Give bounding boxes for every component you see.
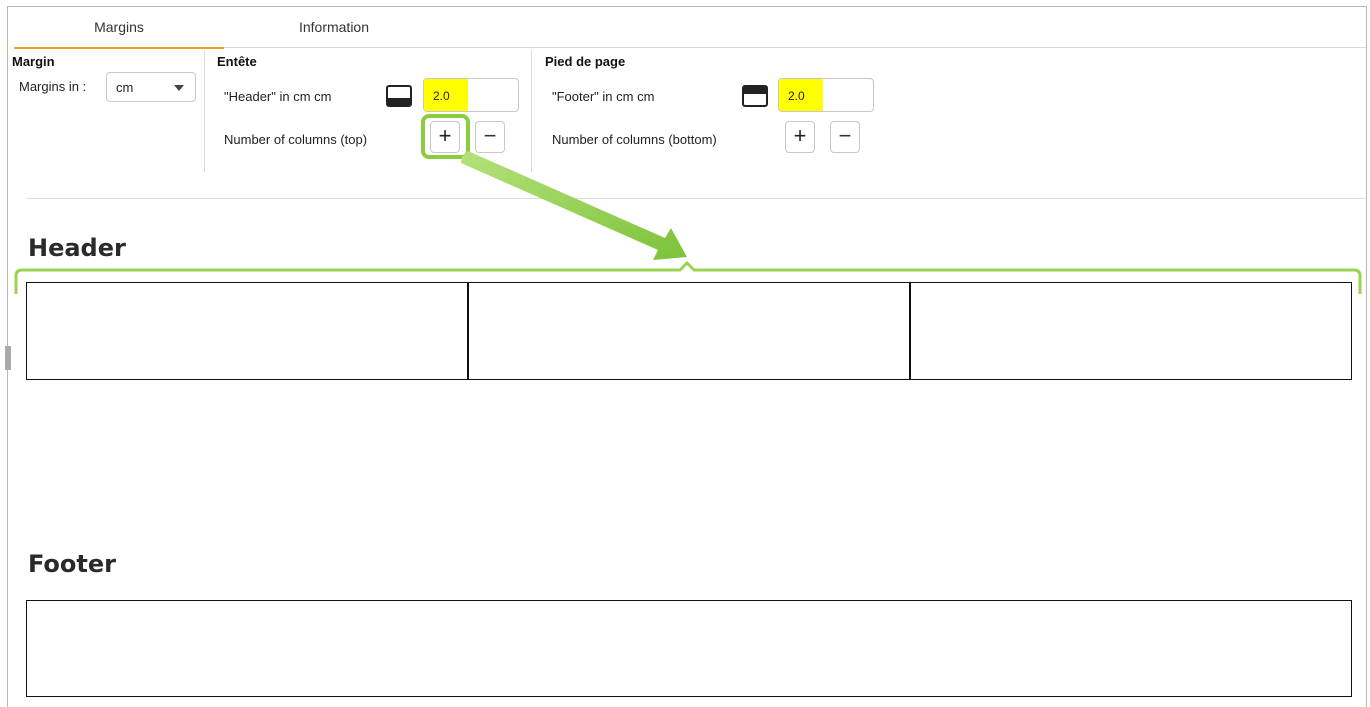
resize-handle[interactable] [5, 346, 11, 370]
header-section-title: Header [28, 234, 126, 262]
header-column-cell [27, 283, 469, 379]
header-preview-table [26, 282, 1352, 380]
footer-section-title: Footer [28, 550, 116, 578]
footer-preview-table [26, 600, 1352, 697]
header-column-cell [469, 283, 911, 379]
